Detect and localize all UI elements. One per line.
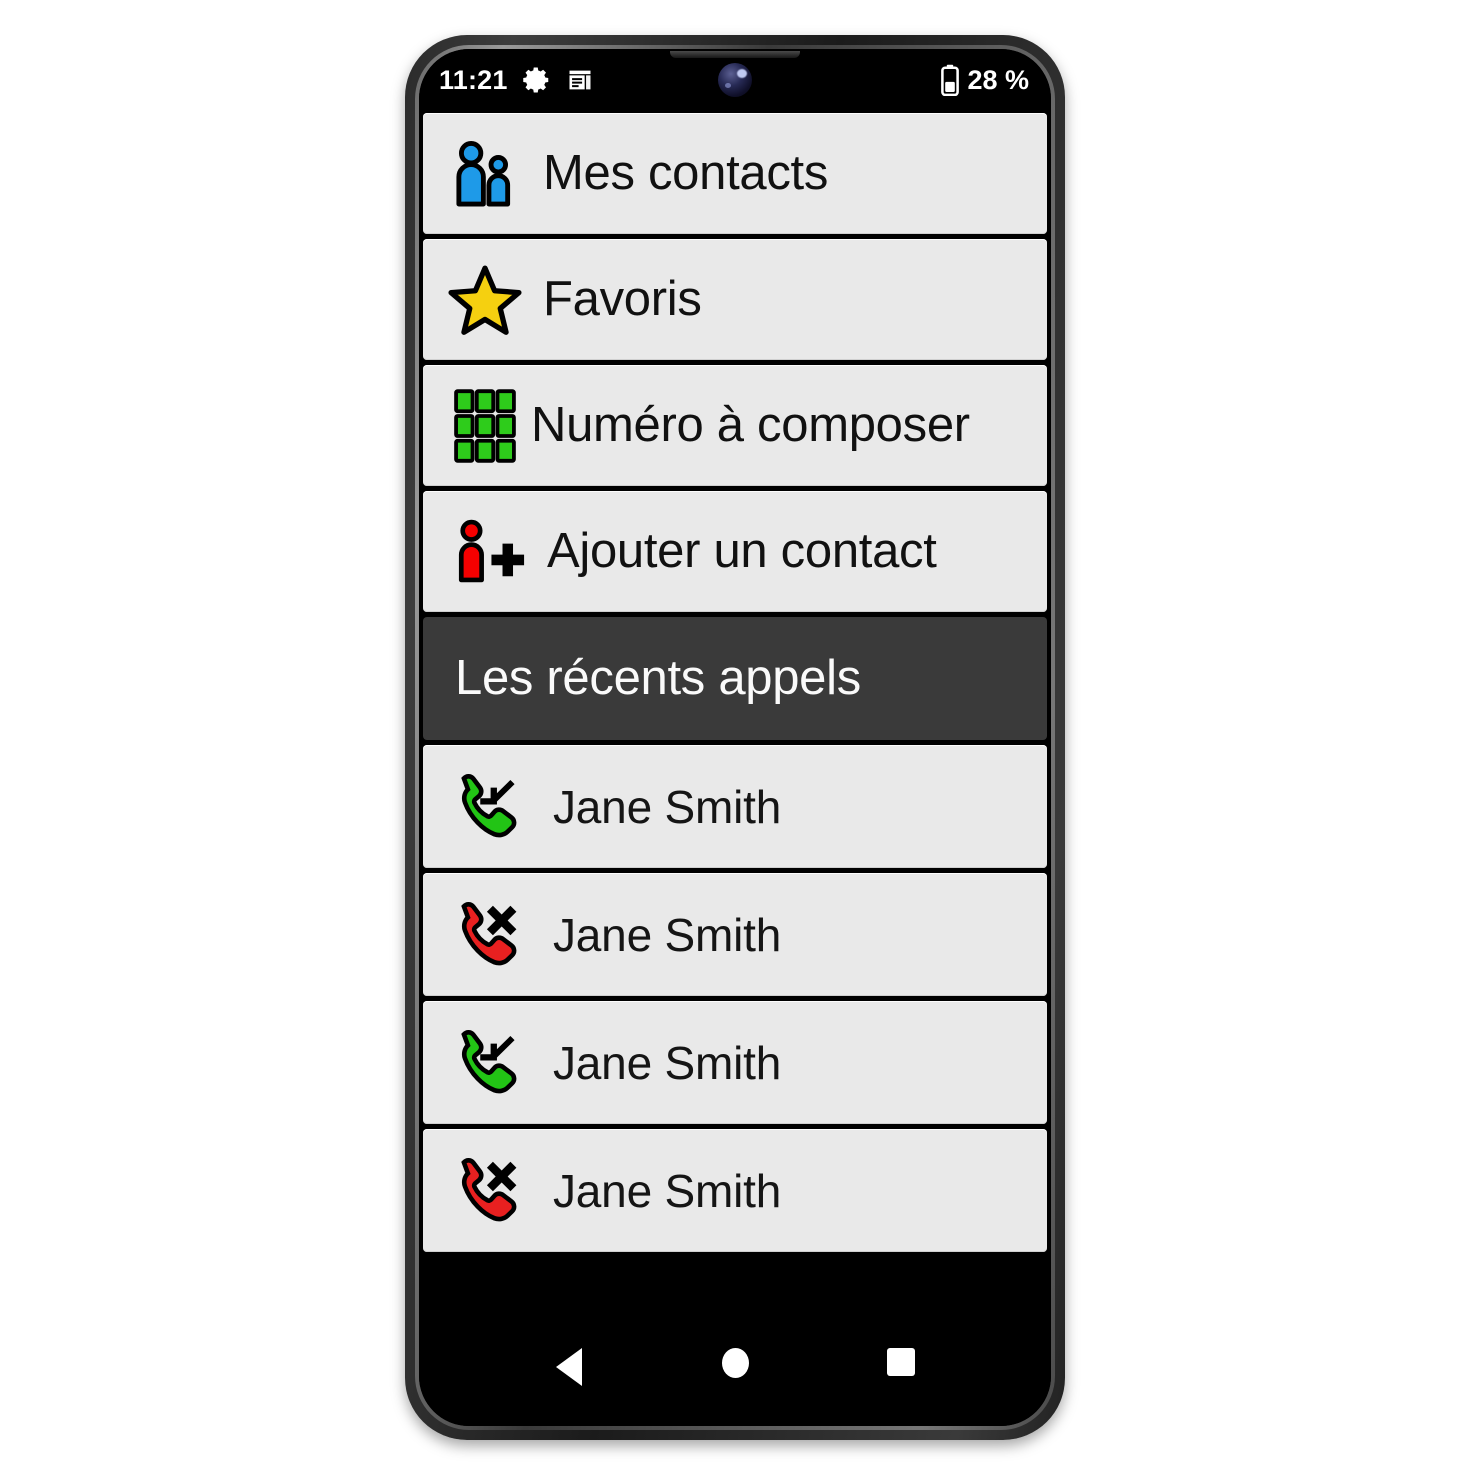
two-people-icon bbox=[447, 136, 523, 212]
home-circle-icon bbox=[721, 1348, 749, 1378]
back-triangle-icon bbox=[556, 1348, 582, 1386]
app-content: Mes contacts Favoris Numéro à composer A… bbox=[419, 111, 1051, 1322]
menu-item-label: Mes contacts bbox=[543, 146, 829, 200]
phone-missed-icon bbox=[451, 897, 527, 973]
nav-home-button[interactable] bbox=[652, 1348, 818, 1378]
front-camera-lens-icon bbox=[718, 63, 752, 97]
menu-item-mes-contacts[interactable]: Mes contacts bbox=[423, 113, 1047, 234]
phone-incoming-icon bbox=[451, 769, 527, 845]
call-contact-name: Jane Smith bbox=[553, 780, 782, 833]
menu-item-label: Ajouter un contact bbox=[547, 524, 937, 578]
phone-missed-icon bbox=[451, 1153, 527, 1229]
call-list-item[interactable]: Jane Smith bbox=[423, 1129, 1047, 1252]
star-icon bbox=[447, 262, 523, 338]
call-contact-name: Jane Smith bbox=[553, 1164, 782, 1217]
dialpad-grid-icon bbox=[449, 388, 521, 463]
phone-incoming-icon bbox=[451, 1025, 527, 1101]
recents-square-icon bbox=[887, 1348, 915, 1376]
status-bar-left: 11:21 bbox=[439, 65, 594, 95]
phone-bezel: 11:21 28 % Mes contacts Favoris Numéro à… bbox=[415, 45, 1055, 1430]
menu-item-label: Favoris bbox=[543, 272, 702, 326]
call-list-item[interactable]: Jane Smith bbox=[423, 745, 1047, 868]
gear-icon bbox=[522, 65, 552, 95]
menu-item-favoris[interactable]: Favoris bbox=[423, 239, 1047, 360]
section-header-recent-calls[interactable]: Les récents appels bbox=[423, 617, 1047, 740]
android-navigation-bar bbox=[419, 1322, 1051, 1426]
battery-percentage: 28 % bbox=[967, 64, 1029, 95]
person-plus-icon bbox=[453, 514, 529, 590]
section-header-label: Les récents appels bbox=[455, 651, 861, 705]
nav-recents-button[interactable] bbox=[818, 1348, 984, 1376]
battery-icon bbox=[940, 64, 960, 96]
phone-screen: 11:21 28 % Mes contacts Favoris Numéro à… bbox=[419, 49, 1051, 1426]
phone-frame: 11:21 28 % Mes contacts Favoris Numéro à… bbox=[405, 35, 1065, 1440]
screenshot-root: 11:21 28 % Mes contacts Favoris Numéro à… bbox=[0, 0, 1473, 1473]
menu-item-label: Numéro à composer bbox=[531, 398, 970, 452]
earpiece-speaker bbox=[670, 51, 800, 58]
status-bar-right: 28 % bbox=[940, 64, 1029, 96]
call-list-item[interactable]: Jane Smith bbox=[423, 1001, 1047, 1124]
status-time: 11:21 bbox=[439, 64, 508, 95]
menu-item-numero-a-composer[interactable]: Numéro à composer bbox=[423, 365, 1047, 486]
call-contact-name: Jane Smith bbox=[553, 1036, 782, 1089]
call-contact-name: Jane Smith bbox=[553, 908, 782, 961]
call-list-item[interactable]: Jane Smith bbox=[423, 873, 1047, 996]
menu-item-ajouter-un-contact[interactable]: Ajouter un contact bbox=[423, 491, 1047, 612]
nav-back-button[interactable] bbox=[486, 1348, 652, 1386]
notes-icon bbox=[566, 66, 594, 94]
